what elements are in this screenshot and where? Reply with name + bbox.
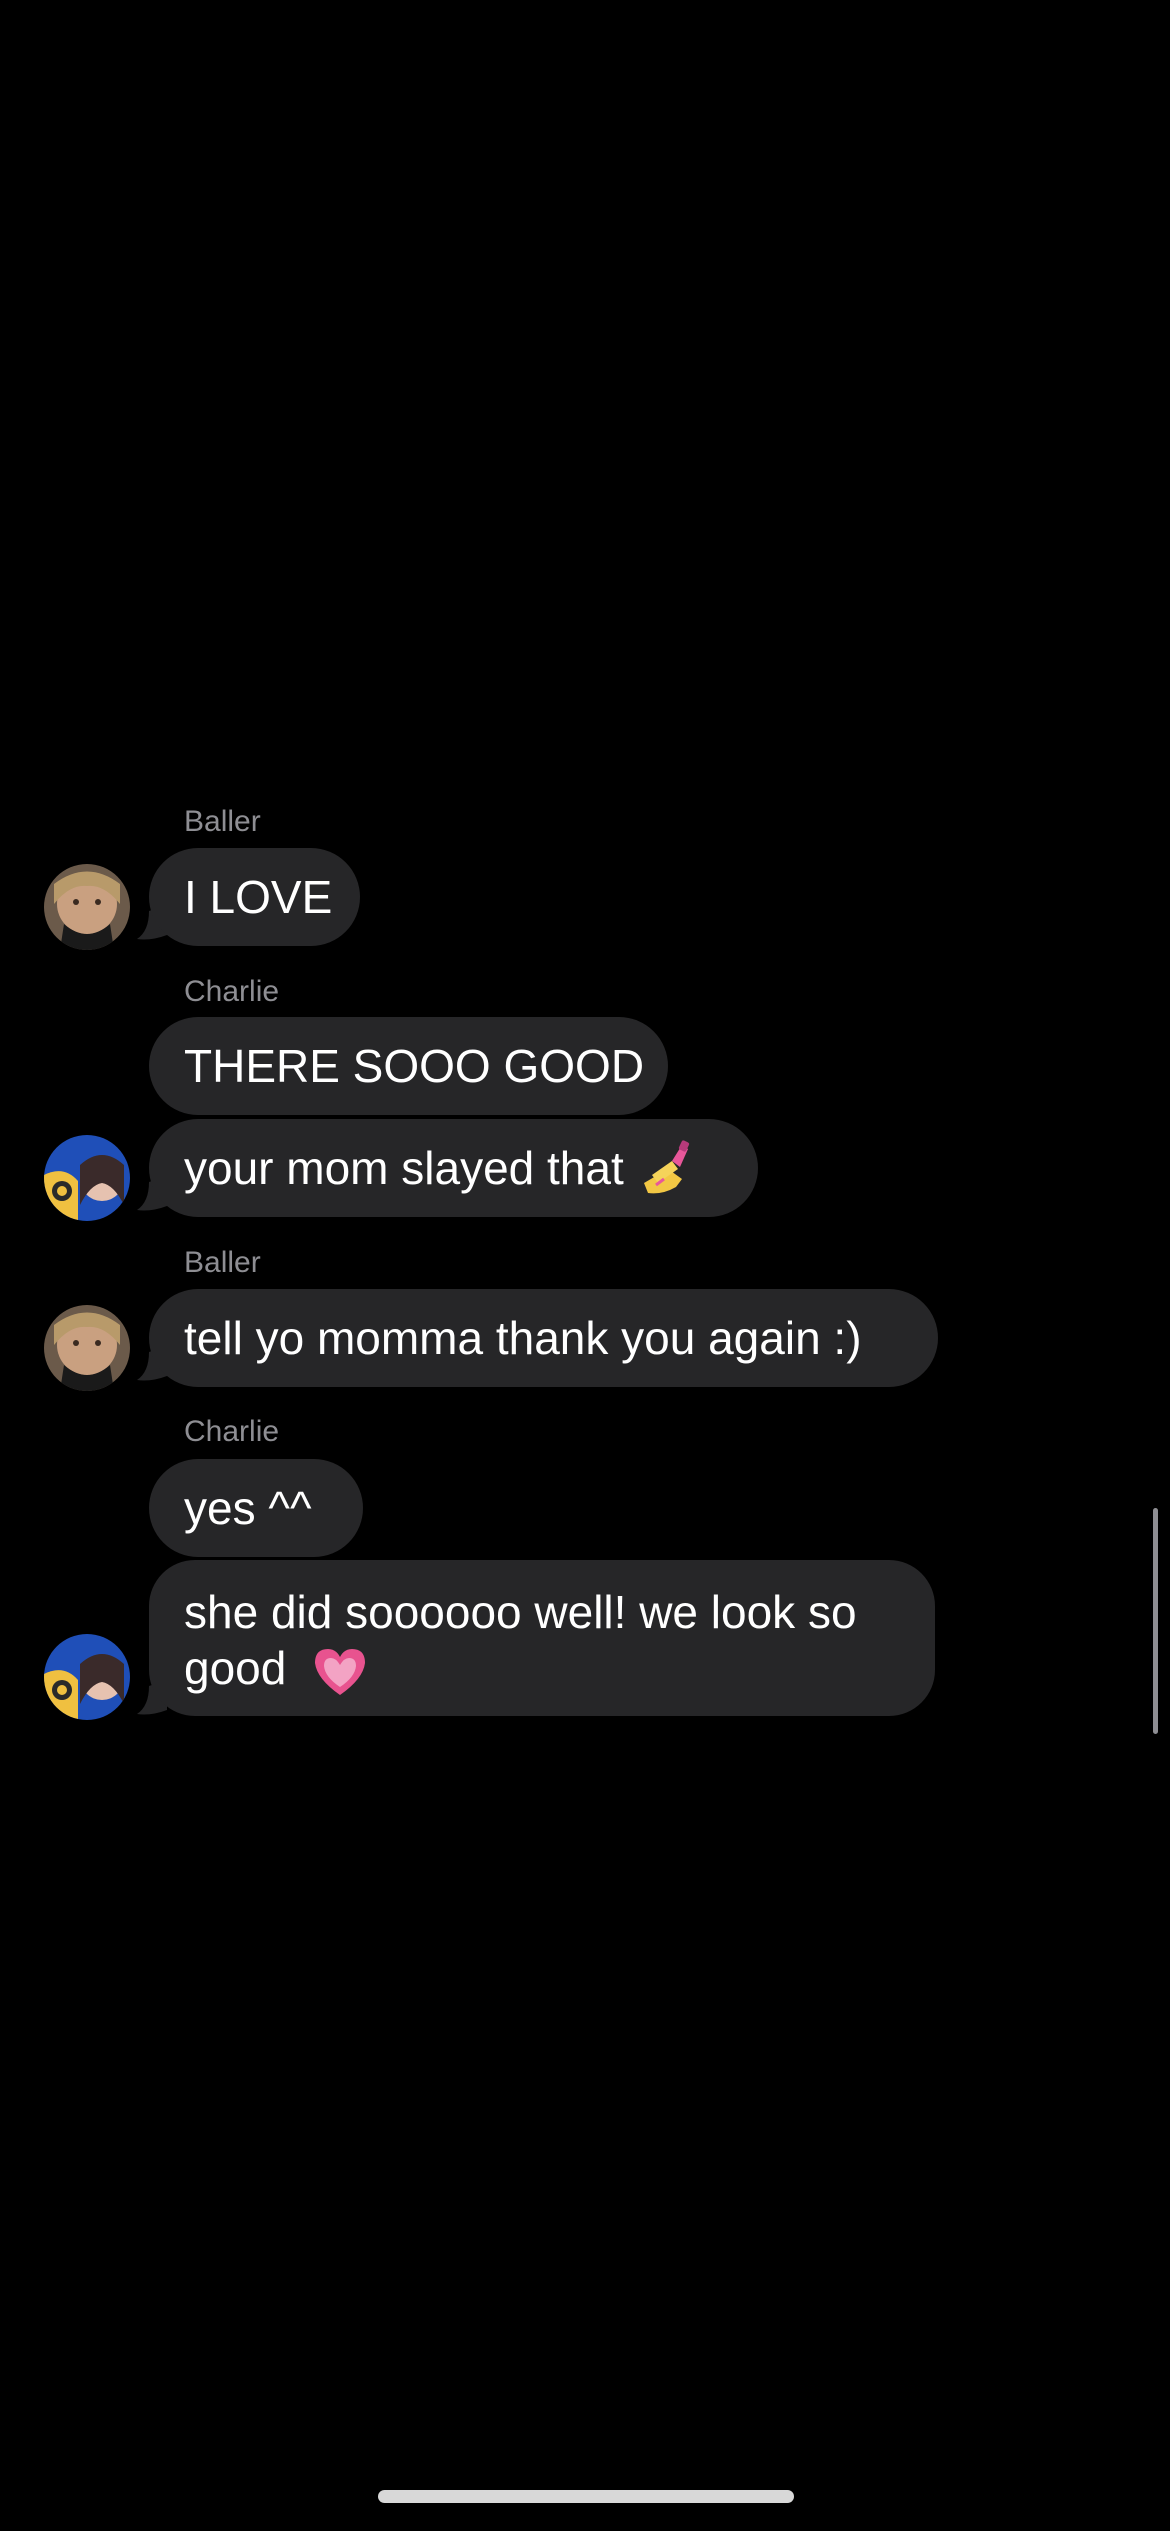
message-text: I LOVE [184, 871, 333, 923]
message-text: she did soooooo well! we look so good [184, 1584, 900, 1697]
message-text: tell yo momma thank you again :) [184, 1312, 862, 1364]
message-text: your mom slayed that [184, 1142, 624, 1194]
nail-polish-emoji [638, 1139, 696, 1197]
message-bubble[interactable]: I LOVE [149, 848, 360, 946]
message-bubble[interactable]: she did soooooo well! we look so good [149, 1560, 935, 1716]
message-text: THERE SOOO GOOD [184, 1040, 645, 1092]
message-bubble[interactable]: tell yo momma thank you again :) [149, 1289, 938, 1387]
sender-name-baller: Baller [184, 1246, 261, 1279]
chat-screen[interactable]: Baller I LOVE Charlie THERE SOOO GOOD yo… [0, 0, 1170, 2531]
avatar-charlie[interactable] [44, 1634, 130, 1720]
message-bubble[interactable]: your mom slayed that [149, 1119, 758, 1217]
avatar-baller[interactable] [44, 1305, 130, 1391]
home-indicator[interactable] [378, 2490, 794, 2503]
message-text: yes ^^ [184, 1482, 312, 1534]
pink-heart-emoji [313, 1647, 367, 1697]
message-text-content: she did soooooo well! we look so good [184, 1586, 857, 1694]
sender-name-charlie: Charlie [184, 975, 280, 1008]
sender-name-baller: Baller [184, 805, 261, 838]
scroll-indicator[interactable] [1153, 1508, 1158, 1734]
message-bubble[interactable]: THERE SOOO GOOD [149, 1017, 668, 1115]
avatar-baller[interactable] [44, 864, 130, 950]
avatar-baller-photo [44, 1305, 130, 1391]
sender-name-charlie: Charlie [184, 1415, 280, 1448]
avatar-charlie-photo [44, 1634, 130, 1720]
message-bubble[interactable]: yes ^^ [149, 1459, 363, 1557]
avatar-charlie-photo [44, 1135, 130, 1221]
avatar-charlie[interactable] [44, 1135, 130, 1221]
avatar-baller-photo [44, 864, 130, 950]
